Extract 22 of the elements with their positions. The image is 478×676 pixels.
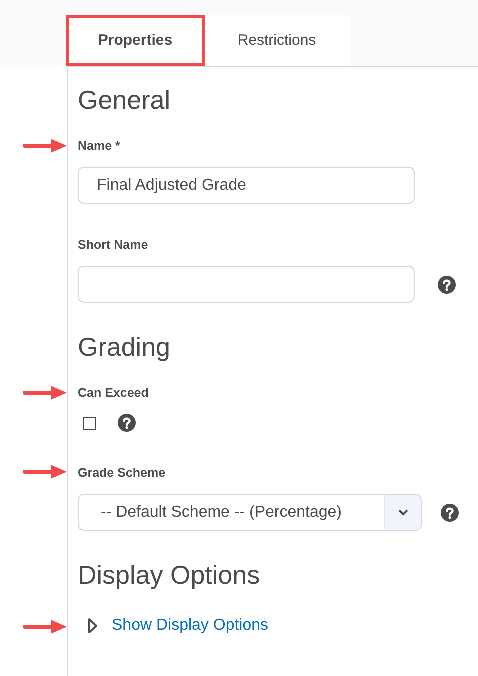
help-icon[interactable] xyxy=(118,414,136,432)
arrow-icon xyxy=(23,620,67,634)
checkbox[interactable] xyxy=(83,416,96,430)
section-heading: Grading xyxy=(78,331,172,363)
help-icon[interactable] xyxy=(441,504,459,522)
help-icon[interactable] xyxy=(438,276,456,294)
arrow-icon xyxy=(23,465,67,479)
text-field[interactable]: Final Adjusted Grade xyxy=(78,167,415,204)
section-heading: General xyxy=(78,84,172,116)
show-display-options-link[interactable]: Show Display Options xyxy=(112,617,269,635)
arrow-icon xyxy=(23,386,67,400)
section-heading: Display Options xyxy=(78,559,262,591)
grade-scheme-select[interactable]: -- Default Scheme -- (Percentage) xyxy=(78,494,422,531)
field-label: Short Name xyxy=(78,237,150,253)
field-label: Grade Scheme xyxy=(78,465,167,481)
tab[interactable]: Properties xyxy=(66,15,205,66)
expand-triangle-icon[interactable] xyxy=(88,618,98,634)
text-field[interactable] xyxy=(78,266,415,303)
arrow-icon xyxy=(23,139,67,153)
chevron-down-icon xyxy=(398,509,408,516)
field-label: Name * xyxy=(78,138,122,154)
field-label: Can Exceed xyxy=(78,385,150,401)
